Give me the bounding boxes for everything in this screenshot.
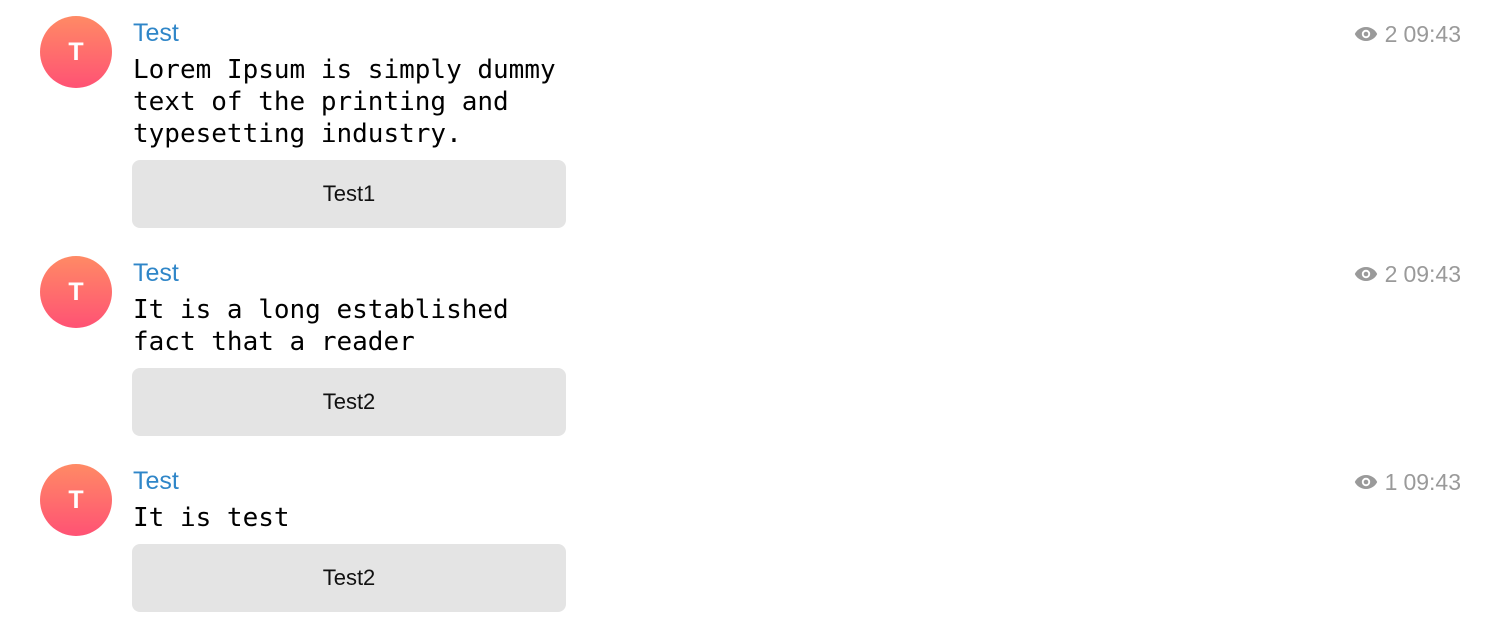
avatar-letter: T — [68, 485, 84, 514]
eye-icon — [1354, 267, 1377, 281]
avatar-letter: T — [68, 37, 84, 66]
view-count: 2 — [1384, 21, 1398, 47]
message-time: 09:43 — [1403, 21, 1461, 47]
avatar[interactable]: T — [40, 464, 112, 536]
message-time: 09:43 — [1403, 469, 1461, 495]
sender-name[interactable]: Test — [133, 18, 179, 48]
message-text: Lorem Ipsum is simply dummy text of the … — [133, 55, 556, 149]
sender-name[interactable]: Test — [133, 466, 179, 496]
inline-button[interactable]: Test2 — [132, 544, 566, 612]
message-item: T Test It is test 1 09:43 Test2 — [0, 464, 1496, 612]
message-item: T Test Lorem Ipsum is simply dummy text … — [0, 16, 1496, 228]
message-text: It is a long established fact that a rea… — [133, 295, 509, 357]
avatar[interactable]: T — [40, 256, 112, 328]
view-count: 2 — [1384, 261, 1398, 287]
eye-icon — [1354, 27, 1377, 41]
sender-name[interactable]: Test — [133, 258, 179, 288]
avatar[interactable]: T — [40, 16, 112, 88]
inline-button[interactable]: Test2 — [132, 368, 566, 436]
message-time: 09:43 — [1403, 261, 1461, 287]
message-item: T Test It is a long established fact tha… — [0, 256, 1496, 436]
inline-button[interactable]: Test1 — [132, 160, 566, 228]
view-count: 1 — [1384, 469, 1398, 495]
message-meta: 1 09:43 — [1354, 468, 1461, 496]
message-text: It is test — [133, 503, 290, 533]
message-meta: 2 09:43 — [1354, 20, 1461, 48]
message-meta: 2 09:43 — [1354, 260, 1461, 288]
eye-icon — [1354, 475, 1377, 489]
avatar-letter: T — [68, 277, 84, 306]
